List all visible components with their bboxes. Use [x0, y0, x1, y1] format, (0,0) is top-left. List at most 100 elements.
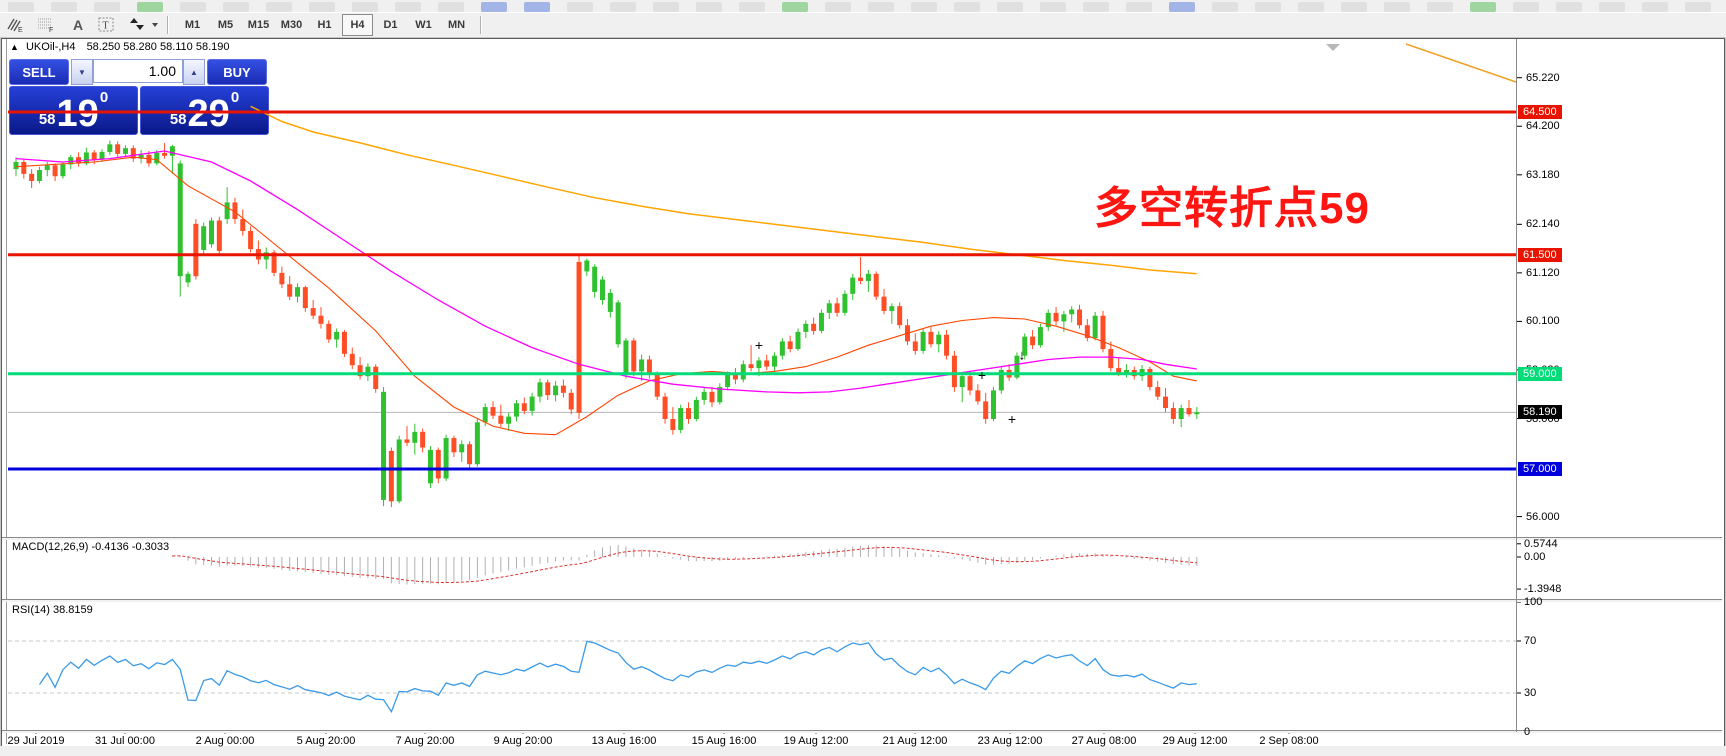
chart-symbol-period: UKOil-,H4 — [25, 41, 76, 53]
toolbar-icon-stub[interactable] — [137, 2, 163, 12]
toolbar-icon-stub[interactable] — [352, 2, 378, 12]
price-axis-tick-label: 56.000 — [1526, 510, 1560, 523]
svg-text:F: F — [49, 27, 53, 33]
indicators-icon[interactable]: E — [6, 15, 30, 35]
window-left-edge — [6, 39, 8, 744]
macd-axis-tick-label: -1.3948 — [1524, 583, 1562, 596]
toolbar-icon-stub[interactable] — [1126, 2, 1152, 12]
timeframe-button-MN[interactable]: MN — [441, 14, 472, 36]
price-axis-tick-label: 62.140 — [1526, 218, 1560, 231]
toolbar-icon-stub[interactable] — [1685, 2, 1711, 12]
toolbar-icon-stub[interactable] — [1470, 2, 1496, 12]
time-axis-label: 2 Sep 08:00 — [1259, 735, 1319, 747]
toolbar-icon-stub[interactable] — [395, 2, 421, 12]
time-axis-label: 15 Aug 16:00 — [691, 735, 757, 747]
toolbar-icon-stub[interactable] — [825, 2, 851, 12]
toolbar-icon-stub[interactable] — [1341, 2, 1367, 12]
volume-decrease-button[interactable]: ▼ — [71, 59, 93, 85]
toolbar-icon-stub[interactable] — [911, 2, 937, 12]
grid-f-icon[interactable]: F — [36, 15, 60, 35]
toolbar-icon-stub[interactable] — [1642, 2, 1668, 12]
toolbar-icon-stub[interactable] — [1427, 2, 1453, 12]
rsi-axis-tick-label: 70 — [1524, 635, 1537, 647]
toolbar-icon-stub[interactable] — [782, 2, 808, 12]
chart-text-annotation: 多空转折点59 — [1094, 184, 1370, 233]
svg-text:T: T — [103, 21, 109, 32]
timeframe-button-M15[interactable]: M15 — [243, 14, 274, 36]
sell-button[interactable]: SELL — [9, 59, 69, 85]
timeframe-button-M5[interactable]: M5 — [210, 14, 241, 36]
rsi-axis-tick-label: 100 — [1524, 596, 1543, 608]
toolbar-icon-stub[interactable] — [438, 2, 464, 12]
svg-text:E: E — [18, 27, 23, 33]
chart-scroll-marker-icon[interactable] — [1326, 44, 1340, 51]
time-axis-label: 29 Jul 2019 — [7, 735, 65, 747]
time-axis-label: 7 Aug 20:00 — [395, 735, 455, 747]
toolbar-icon-stub[interactable] — [180, 2, 206, 12]
toolbar-icon-stub[interactable] — [51, 2, 77, 12]
toolbar-icon-stub[interactable] — [1599, 2, 1625, 12]
toolbar-icon-stub[interactable] — [1384, 2, 1410, 12]
buy-price-display[interactable]: 58 29 0 — [140, 86, 269, 135]
timeframe-button-H4[interactable]: H4 — [342, 14, 373, 36]
price-axis-tick-label: 63.180 — [1526, 168, 1560, 181]
timeframe-button-M30[interactable]: M30 — [276, 14, 307, 36]
toolbar-icon-stub[interactable] — [954, 2, 980, 12]
toolbar-icon-stub[interactable] — [223, 2, 249, 12]
volume-input[interactable]: 1.00 — [93, 59, 183, 83]
toolbar-icon-stub[interactable] — [266, 2, 292, 12]
toolbar-icon-stub[interactable] — [610, 2, 636, 12]
price-axis-tick-label: 60.100 — [1526, 315, 1560, 328]
sell-price-display[interactable]: 58 19 0 — [9, 86, 138, 135]
volume-increase-button[interactable]: ▲ — [183, 59, 205, 85]
toolbar-icon-stub[interactable] — [868, 2, 894, 12]
timeframe-button-H1[interactable]: H1 — [309, 14, 340, 36]
toolbar-icon-stub[interactable] — [309, 2, 335, 12]
price-axis-border — [1516, 39, 1517, 732]
one-click-trading-panel: SELL ▼ 1.00 ▲ BUY 58 19 0 58 29 0 — [9, 59, 269, 135]
toolbar-icon-stub[interactable] — [997, 2, 1023, 12]
collapse-trade-panel-arrow[interactable]: ▲ — [10, 42, 19, 52]
sell-price-sup: 0 — [99, 89, 109, 106]
toolbar-row-cutoff — [0, 0, 1726, 13]
time-axis-label: 13 Aug 16:00 — [591, 735, 657, 747]
toolbar-icon-stub[interactable] — [1083, 2, 1109, 12]
toolbar-icon-stub[interactable] — [1556, 2, 1582, 12]
buy-price-small: 58 — [169, 111, 187, 128]
sell-price-big: 19 — [56, 93, 99, 135]
toolbar-icon-stub[interactable] — [94, 2, 120, 12]
timeframe-button-W1[interactable]: W1 — [408, 14, 439, 36]
toolbar: E F A T M1 M5 M15 M30 H1 H4 D1 W1 MN — [0, 13, 1726, 37]
font-a-icon[interactable]: A — [66, 15, 90, 35]
panel-splitter[interactable] — [2, 599, 1722, 602]
timeframe-button-M1[interactable]: M1 — [177, 14, 208, 36]
toolbar-icon-stub[interactable] — [8, 2, 34, 12]
toolbar-icon-stub[interactable] — [1040, 2, 1066, 12]
toolbar-icon-stub[interactable] — [567, 2, 593, 12]
sort-arrows-icon[interactable] — [126, 15, 160, 35]
toolbar-icon-stub[interactable] — [1513, 2, 1539, 12]
panel-splitter[interactable] — [2, 537, 1722, 540]
toolbar-icon-stub[interactable] — [696, 2, 722, 12]
toolbar-icon-stub[interactable] — [1298, 2, 1324, 12]
toolbar-icon-stub[interactable] — [481, 2, 507, 12]
toolbar-icon-stub[interactable] — [1212, 2, 1238, 12]
macd-indicator-label: MACD(12,26,9) -0.4136 -0.3033 — [12, 541, 170, 553]
toolbar-icon-stub[interactable] — [653, 2, 679, 12]
toolbar-icon-stub[interactable] — [739, 2, 765, 12]
text-label-icon[interactable]: T — [96, 15, 120, 35]
toolbar-icon-stub[interactable] — [524, 2, 550, 12]
timeframe-button-D1[interactable]: D1 — [375, 14, 406, 36]
price-line-badge: 58.190 — [1518, 405, 1562, 420]
toolbar-icon-stub[interactable] — [1255, 2, 1281, 12]
buy-price-big: 29 — [187, 93, 230, 135]
buy-price-sup: 0 — [230, 89, 240, 106]
panel-splitter[interactable] — [2, 730, 1722, 733]
toolbar-icon-stub[interactable] — [1169, 2, 1195, 12]
price-axis-tick-label: 64.200 — [1526, 120, 1560, 133]
buy-button[interactable]: BUY — [207, 59, 267, 85]
price-line-badge: 61.500 — [1518, 247, 1562, 262]
time-axis-label: 5 Aug 20:00 — [296, 735, 356, 747]
price-line-badge: 64.500 — [1518, 104, 1562, 119]
time-axis-label: 31 Jul 00:00 — [95, 735, 155, 747]
